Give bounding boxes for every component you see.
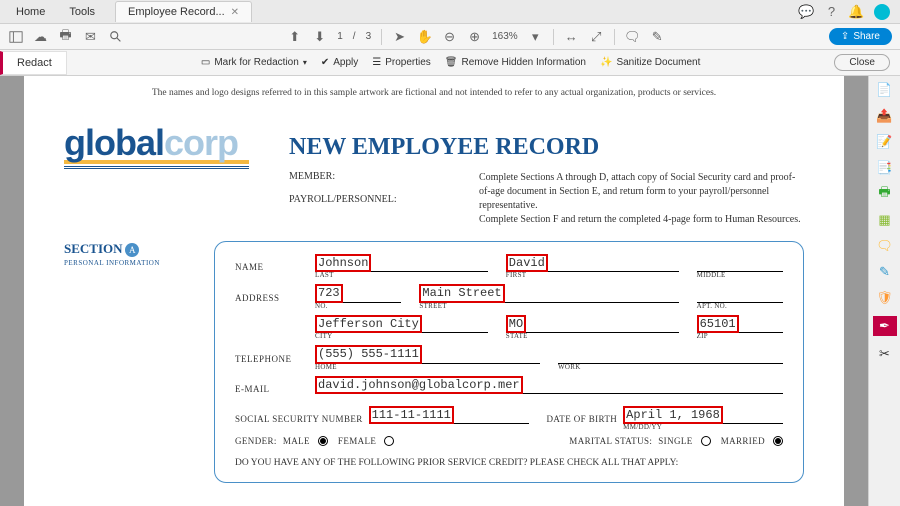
print-icon[interactable]: 🖶: [58, 29, 73, 44]
single-radio[interactable]: [701, 436, 711, 446]
redact-mode-label: Redact: [0, 51, 67, 75]
gender-label: GENDER:: [235, 436, 277, 446]
female-radio[interactable]: [384, 436, 394, 446]
organize-icon[interactable]: 🖶: [877, 186, 893, 202]
email-label: E-MAIL: [235, 384, 315, 394]
zoom-in-icon[interactable]: ⊕: [467, 29, 482, 44]
disclaimer-text: The names and logo designs referred to i…: [64, 88, 804, 98]
sidebar-toggle-icon[interactable]: [8, 29, 23, 44]
document-viewport[interactable]: The names and logo designs referred to i…: [0, 76, 868, 506]
chat-icon[interactable]: 💬: [799, 4, 814, 19]
combine-icon[interactable]: ▦: [877, 212, 893, 228]
highlight-icon[interactable]: ✎: [650, 29, 665, 44]
form-box: NAME JohnsonLAST DavidFIRST MIDDLE ADDRE…: [214, 241, 804, 483]
help-icon[interactable]: ?: [824, 4, 839, 19]
share-button[interactable]: ⇪ Share: [829, 28, 892, 45]
address-label: ADDRESS: [235, 293, 315, 303]
page-sep: /: [353, 31, 356, 42]
apply-icon: ✔: [321, 57, 329, 68]
main-toolbar: ☁ 🖶 ✉ ⬆ ⬇ 1 / 3 ➤ ✋ ⊖ ⊕ 163% ▾ ↔ ⤢ 🗨 ✎ ⇪…: [0, 24, 900, 50]
fill-sign-icon[interactable]: 🗨: [877, 238, 893, 254]
page-down-icon[interactable]: ⬇: [312, 29, 327, 44]
share-icon: ⇪: [841, 31, 849, 42]
save-icon[interactable]: ☁: [33, 29, 48, 44]
dob-label: DATE OF BIRTH: [547, 414, 618, 424]
mark-icon: ▭: [201, 57, 210, 68]
protect-icon[interactable]: 🛡: [877, 290, 893, 306]
redact-tool-icon[interactable]: ✒: [873, 316, 897, 336]
fit-width-icon[interactable]: ↔: [564, 29, 579, 44]
page-current[interactable]: 1: [337, 31, 343, 42]
fit-page-icon[interactable]: ⤢: [589, 29, 604, 44]
create-pdf-icon[interactable]: 📄: [877, 82, 893, 98]
zoom-out-icon[interactable]: ⊖: [442, 29, 457, 44]
marital-label: MARITAL STATUS:: [569, 436, 652, 446]
comment-icon[interactable]: 🗨: [625, 29, 640, 44]
addr-zip-value: 65101: [697, 315, 739, 333]
pdf-page: The names and logo designs referred to i…: [24, 76, 844, 506]
sanitize-button[interactable]: ✨Sanitize Document: [600, 57, 700, 68]
addr-city-value: Jefferson City: [315, 315, 422, 333]
page-title: NEW EMPLOYEE RECORD: [289, 134, 804, 161]
tab-tools[interactable]: Tools: [57, 2, 107, 22]
bell-icon[interactable]: 🔔: [849, 4, 864, 19]
section-header: SECTION A PERSONAL INFORMATION: [64, 241, 194, 483]
first-name-value: David: [506, 254, 548, 272]
member-label: MEMBER:: [289, 171, 439, 182]
married-radio[interactable]: [773, 436, 783, 446]
ssn-label: SOCIAL SECURITY NUMBER: [235, 414, 363, 424]
edit-pdf-icon[interactable]: 📝: [877, 134, 893, 150]
more-tools-icon[interactable]: ✂: [877, 346, 893, 362]
share-label: Share: [853, 31, 880, 42]
last-name-value: Johnson: [315, 254, 371, 272]
right-tool-panel: 📄 📤 📝 📑 🖶 ▦ 🗨 ✎ 🛡 ✒ ✂: [868, 76, 900, 506]
logo: globalcorp: [64, 122, 249, 227]
addr-no-value: 723: [315, 284, 343, 302]
send-icon[interactable]: ✎: [877, 264, 893, 280]
mail-icon[interactable]: ✉: [83, 29, 98, 44]
export-pdf-icon[interactable]: 📤: [877, 108, 893, 124]
main-area: ▶ The names and logo designs referred to…: [0, 76, 900, 506]
page-up-icon[interactable]: ⬆: [287, 29, 302, 44]
male-radio[interactable]: [318, 436, 328, 446]
avatar[interactable]: [874, 4, 890, 20]
payroll-text: Complete Section F and return the comple…: [479, 213, 804, 227]
redact-toolbar: Redact ▭Mark for Redaction ▾ ✔Apply ☰Pro…: [0, 50, 900, 76]
page-total: 3: [366, 31, 372, 42]
apply-button[interactable]: ✔Apply: [321, 57, 358, 68]
pointer-icon[interactable]: ➤: [392, 29, 407, 44]
properties-button[interactable]: ☰Properties: [372, 57, 431, 68]
tab-home[interactable]: Home: [4, 2, 57, 22]
tab-document-label: Employee Record...: [128, 6, 225, 18]
member-text: Complete Sections A through D, attach co…: [479, 171, 804, 213]
zoom-level[interactable]: 163%: [492, 31, 518, 42]
prior-service-label: DO YOU HAVE ANY OF THE FOLLOWING PRIOR S…: [235, 458, 783, 468]
chevron-down-icon[interactable]: ▾: [528, 29, 543, 44]
remove-icon: 🗑: [445, 57, 458, 68]
ssn-value: 111-11-1111: [369, 406, 454, 424]
section-badge: A: [125, 243, 139, 257]
dob-value: April 1, 1968: [623, 406, 723, 424]
close-tab-icon[interactable]: ✕: [231, 7, 239, 18]
app-tab-bar: Home Tools Employee Record... ✕ 💬 ? 🔔: [0, 0, 900, 24]
email-value: david.johnson@globalcorp.mer: [315, 376, 523, 394]
name-label: NAME: [235, 262, 315, 272]
properties-icon: ☰: [372, 57, 381, 68]
addr-state-value: MO: [506, 315, 526, 333]
comment-tool-icon[interactable]: 📑: [877, 160, 893, 176]
close-redact-button[interactable]: Close: [834, 54, 890, 71]
hand-icon[interactable]: ✋: [417, 29, 432, 44]
phone-home-value: (555) 555-1111: [315, 345, 422, 363]
remove-hidden-button[interactable]: 🗑Remove Hidden Information: [445, 57, 586, 68]
addr-street-value: Main Street: [419, 284, 504, 302]
payroll-label: PAYROLL/PERSONNEL:: [289, 194, 439, 205]
tab-document[interactable]: Employee Record... ✕: [115, 1, 252, 22]
mark-for-redaction-button[interactable]: ▭Mark for Redaction ▾: [201, 57, 307, 68]
sanitize-icon: ✨: [600, 57, 612, 68]
telephone-label: TELEPHONE: [235, 354, 315, 364]
search-icon[interactable]: [108, 29, 123, 44]
